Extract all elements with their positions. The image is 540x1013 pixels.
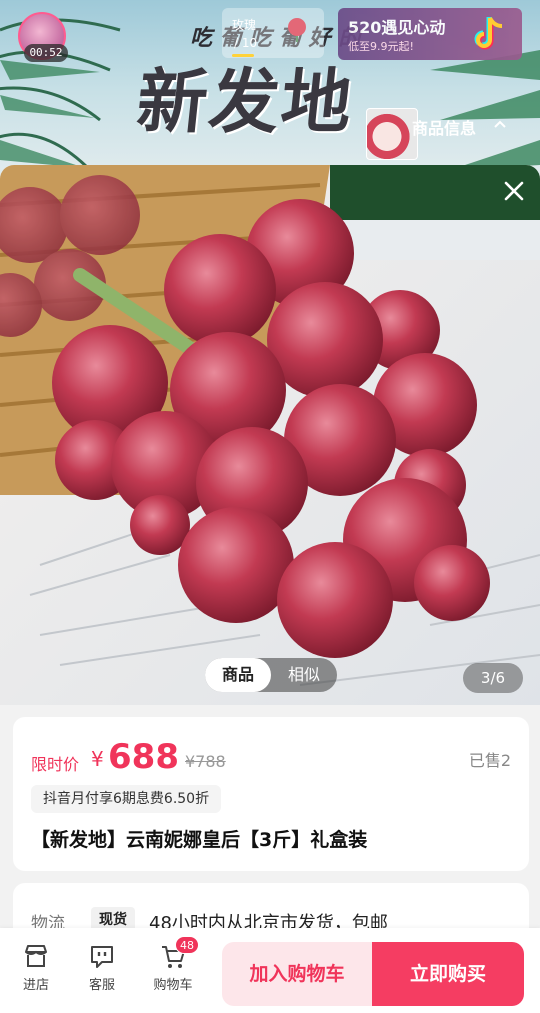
tab-similar[interactable]: 相似 xyxy=(271,658,337,692)
service-icon xyxy=(91,946,113,968)
tag-indicator xyxy=(232,54,254,57)
gallery-toggle: 商品 相似 xyxy=(205,658,337,692)
price-label: 限时价 xyxy=(31,755,80,774)
currency-symbol: ¥ xyxy=(91,747,104,771)
product-title: 【新发地】云南妮娜皇后【3斤】礼盒装 xyxy=(31,829,368,851)
promo-title: 520遇见心动 xyxy=(348,18,446,37)
tab-product[interactable]: 商品 xyxy=(205,658,271,692)
tag-chip[interactable]: 玫瑰 / 10 xyxy=(222,8,324,58)
tiktok-icon xyxy=(474,17,503,50)
cart-nav-button[interactable]: 48 购物车 xyxy=(145,936,201,993)
add-to-cart-button[interactable]: 加入购物车 xyxy=(222,942,372,1006)
cart-count-badge: 48 xyxy=(175,936,199,954)
cart-label: 购物车 xyxy=(153,978,193,993)
image-counter: 3/6 xyxy=(463,663,523,693)
live-timer: 00:52 xyxy=(24,44,68,62)
service-button[interactable]: 客服 xyxy=(74,942,130,993)
promo-subtitle: 低至9.9元起! xyxy=(348,40,414,53)
product-thumbnail[interactable] xyxy=(366,108,418,160)
buy-now-button[interactable]: 立即购买 xyxy=(372,942,524,1006)
product-sheet: 商品 相似 3/6 限时价 ¥ 688 ¥788 已售2 抖音月付享6期息费6.… xyxy=(0,165,540,1013)
product-photo[interactable]: 商品 相似 3/6 xyxy=(0,165,540,705)
chevron-up-icon[interactable] xyxy=(492,116,508,132)
finance-tag[interactable]: 抖音月付享6期息费6.50折 xyxy=(31,785,222,813)
service-label: 客服 xyxy=(88,978,115,993)
store-icon xyxy=(25,945,47,967)
bottom-action-bar: 进店 客服 48 购物车 加入购物车 立即购买 xyxy=(0,928,540,1013)
original-price: ¥788 xyxy=(185,752,226,771)
price-card: 限时价 ¥ 688 ¥788 已售2 抖音月付享6期息费6.50折 【新发地】云… xyxy=(13,717,529,871)
tag-label: 玫瑰 xyxy=(232,18,257,32)
store-button[interactable]: 进店 xyxy=(8,942,64,993)
banner-title: 新发地 xyxy=(133,60,358,143)
store-label: 进店 xyxy=(22,978,49,993)
product-info-label[interactable]: 商品信息 xyxy=(412,115,476,139)
current-price: 688 xyxy=(108,737,179,777)
close-icon[interactable] xyxy=(496,173,532,209)
sold-count: 已售2 xyxy=(468,751,511,770)
tag-counter: / 10 xyxy=(234,36,258,50)
